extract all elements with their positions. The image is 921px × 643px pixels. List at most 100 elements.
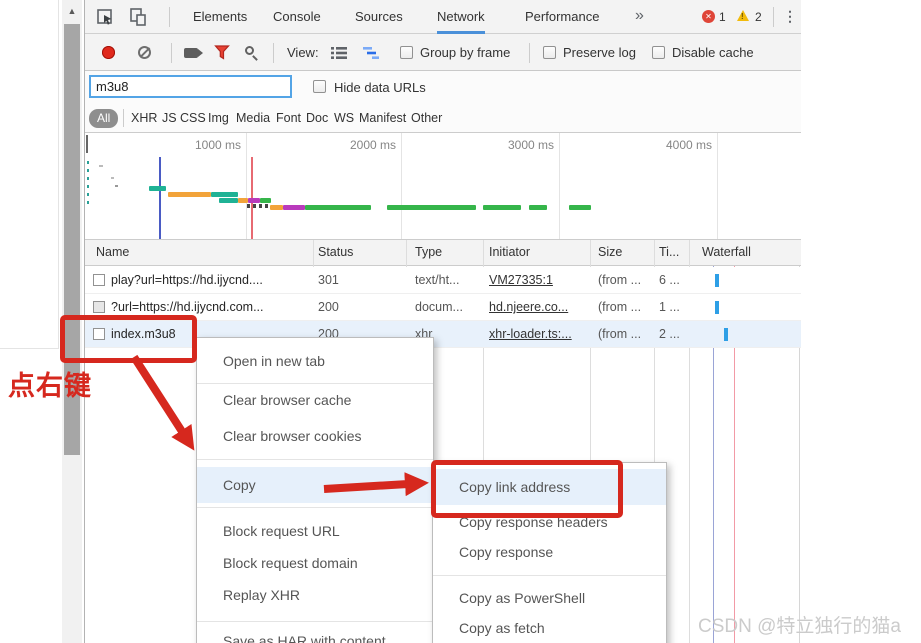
- menu-item-copy-as-powershell[interactable]: Copy as PowerShell: [433, 583, 666, 613]
- type-filter-all[interactable]: All: [89, 109, 119, 128]
- column-header-type[interactable]: Type: [415, 245, 442, 259]
- column-header-status[interactable]: Status: [318, 245, 353, 259]
- error-badge-icon[interactable]: ✕: [702, 10, 715, 23]
- annotation-box-copy-link-address: [431, 460, 623, 518]
- timeline-tick-label: 2000 ms: [349, 138, 396, 152]
- device-toolbar-icon[interactable]: [129, 8, 147, 26]
- column-header-size[interactable]: Size: [598, 245, 622, 259]
- network-overview-timeline[interactable]: 1000 ms 2000 ms 3000 ms 4000 ms: [85, 133, 801, 240]
- type-filter-ws[interactable]: WS: [334, 111, 354, 125]
- tab-network[interactable]: Network: [437, 0, 485, 34]
- type-filter-img[interactable]: Img: [208, 111, 229, 125]
- overview-bar: [260, 198, 271, 203]
- menu-item-save-as-har[interactable]: Save as HAR with content: [197, 625, 433, 643]
- column-header-initiator[interactable]: Initiator: [489, 245, 530, 259]
- waterfall-bar: [724, 328, 728, 341]
- type-filter-js[interactable]: JS: [162, 111, 177, 125]
- overview-bar: [270, 205, 283, 210]
- annotation-right-click-label: 点右键: [8, 371, 92, 401]
- group-by-frame-checkbox[interactable]: [400, 46, 413, 59]
- request-time: 2 ...: [659, 327, 680, 341]
- group-by-frame-label: Group by frame: [420, 45, 511, 60]
- menu-item-copy-response[interactable]: Copy response: [433, 537, 666, 567]
- menu-item-block-request-domain[interactable]: Block request domain: [197, 547, 433, 579]
- column-header-name[interactable]: Name: [96, 245, 129, 259]
- menu-item-label: Copy response: [459, 544, 554, 560]
- warning-count: 2: [755, 10, 762, 24]
- menu-item-copy-as-fetch[interactable]: Copy as fetch: [433, 613, 666, 643]
- overview-bar: [168, 192, 211, 197]
- request-time: 6 ...: [659, 273, 680, 287]
- gridline: [717, 133, 718, 239]
- menu-item-open-in-new-tab[interactable]: Open in new tab: [197, 347, 433, 375]
- preserve-log-checkbox[interactable]: [543, 46, 556, 59]
- overview-dashed-marks: [87, 161, 89, 206]
- requests-table-header: Name Status Type Initiator Size Ti... Wa…: [85, 240, 801, 266]
- request-checkbox[interactable]: [93, 301, 105, 313]
- hide-data-urls-label: Hide data URLs: [334, 80, 426, 95]
- menu-item-label: Save as HAR with content: [223, 633, 386, 643]
- overview-bar: [149, 186, 166, 191]
- context-menu: Open in new tab Clear browser cache Clea…: [196, 337, 434, 643]
- request-size: (from ...: [598, 273, 642, 287]
- scrollbar-up-arrow-icon[interactable]: ▲: [62, 2, 82, 20]
- filter-input[interactable]: [89, 75, 292, 98]
- request-checkbox[interactable]: [93, 274, 105, 286]
- menu-item-clear-browser-cookies[interactable]: Clear browser cookies: [197, 421, 433, 451]
- resource-type-filter-bar: All XHR JS CSS Img Media Font Doc WS Man…: [85, 104, 801, 133]
- tab-performance[interactable]: Performance: [525, 0, 599, 31]
- overview-bar: [248, 198, 260, 203]
- menu-item-label: Block request URL: [223, 523, 340, 539]
- inspect-element-icon[interactable]: [97, 9, 114, 26]
- screenshot-capture-icon[interactable]: [184, 48, 203, 58]
- menu-item-copy[interactable]: Copy ▶: [197, 467, 433, 503]
- page-background-panel: [0, 0, 59, 349]
- menu-separator: [197, 621, 433, 622]
- type-filter-manifest[interactable]: Manifest: [359, 111, 406, 125]
- type-filter-other[interactable]: Other: [411, 111, 442, 125]
- tab-console[interactable]: Console: [273, 0, 321, 31]
- column-header-time[interactable]: Ti...: [659, 245, 679, 259]
- menu-item-block-request-url[interactable]: Block request URL: [197, 515, 433, 547]
- request-initiator-link[interactable]: VM27335:1: [489, 273, 553, 287]
- filter-row: Hide data URLs: [85, 71, 801, 104]
- toolbar-divider: [773, 7, 774, 27]
- timeline-tick-label: 4000 ms: [665, 138, 712, 152]
- hide-data-urls-checkbox[interactable]: [313, 80, 326, 93]
- request-type: docum...: [415, 300, 463, 314]
- menu-item-replay-xhr[interactable]: Replay XHR: [197, 579, 433, 611]
- gridline: [401, 133, 402, 239]
- request-status: 200: [318, 300, 339, 314]
- type-filter-doc[interactable]: Doc: [306, 111, 328, 125]
- type-filter-font[interactable]: Font: [276, 111, 301, 125]
- request-row-play[interactable]: play?url=https://hd.ijycnd.... 301 text/…: [85, 267, 801, 294]
- menu-separator: [197, 507, 433, 508]
- record-button[interactable]: [102, 46, 115, 59]
- tab-sources[interactable]: Sources: [355, 0, 403, 31]
- warning-exclamation: !: [741, 12, 744, 21]
- menu-item-label: Copy: [223, 477, 256, 493]
- request-initiator-link[interactable]: hd.njeere.co...: [489, 300, 568, 314]
- overflow-menu-icon[interactable]: ⋮: [783, 8, 797, 25]
- type-filter-xhr[interactable]: XHR: [131, 111, 157, 125]
- type-filter-css[interactable]: CSS: [180, 111, 206, 125]
- tab-elements[interactable]: Elements: [193, 0, 247, 31]
- type-filter-media[interactable]: Media: [236, 111, 270, 125]
- gridline: [559, 133, 560, 239]
- disable-cache-checkbox[interactable]: [652, 46, 665, 59]
- view-list-icon[interactable]: [331, 47, 347, 59]
- column-header-waterfall[interactable]: Waterfall: [702, 245, 751, 259]
- search-icon[interactable]: [245, 46, 254, 55]
- overview-bar: [387, 205, 476, 210]
- menu-item-label: Copy as PowerShell: [459, 590, 586, 606]
- timeline-left-tick: [86, 135, 88, 153]
- request-name: play?url=https://hd.ijycnd....: [111, 273, 263, 287]
- request-size: (from ...: [598, 300, 642, 314]
- filter-funnel-icon[interactable]: [214, 45, 231, 60]
- more-tabs-chevron-icon[interactable]: »: [635, 7, 644, 25]
- clear-requests-icon[interactable]: [138, 46, 151, 59]
- menu-item-clear-browser-cache[interactable]: Clear browser cache: [197, 385, 433, 415]
- request-initiator-link[interactable]: xhr-loader.ts:...: [489, 327, 572, 341]
- menu-separator: [197, 459, 433, 460]
- view-waterfall-icon[interactable]: [363, 47, 380, 59]
